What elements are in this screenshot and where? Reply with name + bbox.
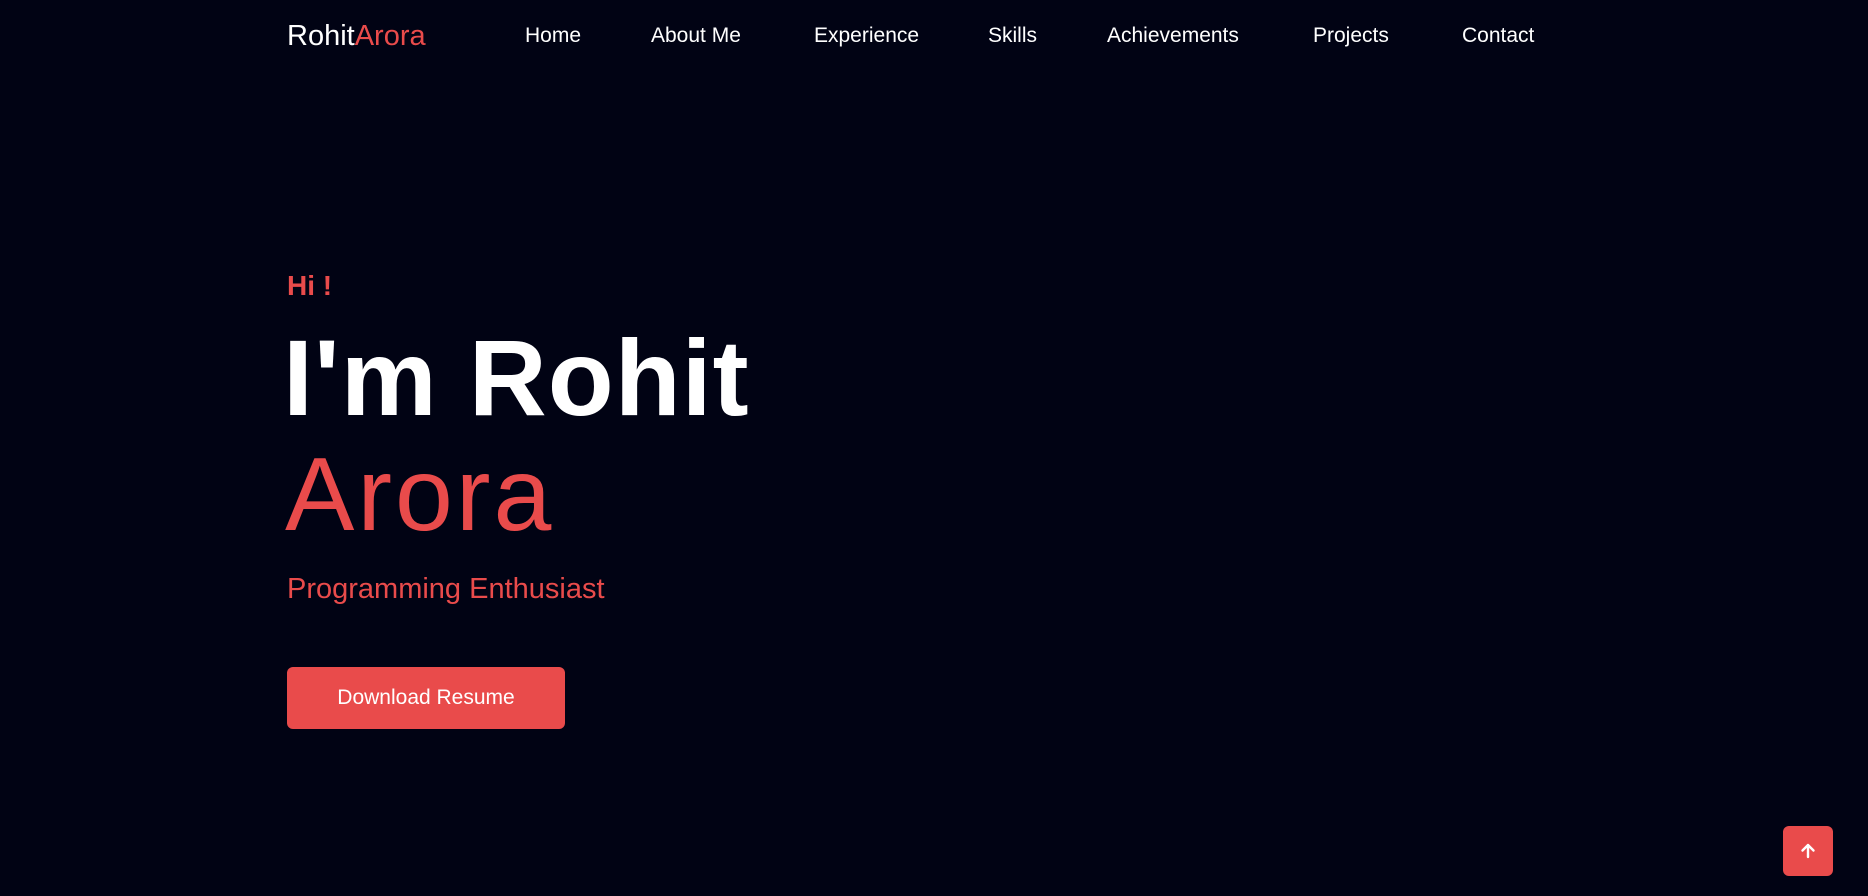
hero-greeting: Hi ! — [287, 270, 333, 301]
nav-item-achievements[interactable]: Achievements — [1107, 22, 1239, 50]
scroll-to-top-button[interactable] — [1783, 826, 1833, 876]
hero-name-first: I'm Rohit — [283, 317, 750, 438]
navbar: RohitArora Home About Me Experience Skil… — [0, 0, 1868, 72]
arrow-up-icon — [1801, 843, 1815, 859]
hero-role: Programming Enthusiast — [287, 573, 605, 605]
nav-item-about-me[interactable]: About Me — [651, 22, 741, 50]
nav-item-contact[interactable]: Contact — [1462, 22, 1534, 50]
brand-first-name: Rohit — [287, 20, 355, 52]
page: RohitArora Home About Me Experience Skil… — [0, 0, 1868, 896]
brand-logo[interactable]: RohitArora — [287, 18, 426, 54]
nav-item-projects[interactable]: Projects — [1313, 22, 1389, 50]
brand-last-name: Arora — [354, 20, 426, 52]
hero-name-last: Arora — [285, 437, 555, 553]
nav-item-home[interactable]: Home — [525, 22, 581, 50]
nav-item-skills[interactable]: Skills — [988, 22, 1037, 50]
download-resume-button[interactable]: Download Resume — [287, 667, 565, 729]
nav-item-experience[interactable]: Experience — [814, 22, 919, 50]
